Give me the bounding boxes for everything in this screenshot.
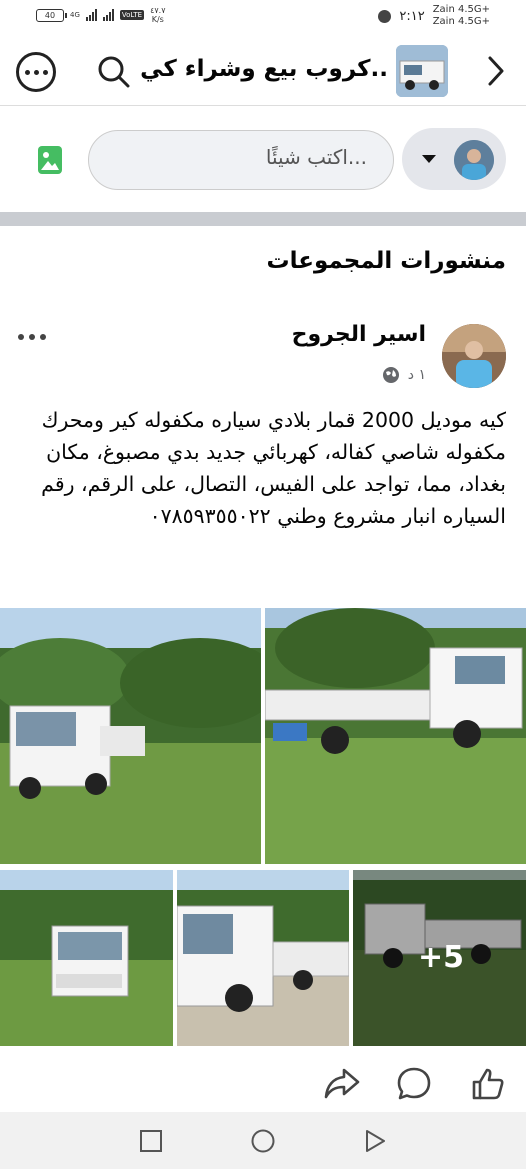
status-bar: 40 4G VoLTE ٤٧.٧ K/s ٢:١٢ Zain 4.5G+ Zai…: [0, 0, 526, 36]
speed-unit: K/s: [151, 15, 164, 24]
post-photo-2[interactable]: [265, 608, 526, 864]
chevron-down-icon: [422, 155, 436, 163]
post-author[interactable]: اسير الجروح: [292, 322, 426, 347]
system-nav-bar: [0, 1112, 526, 1169]
status-indicators: 40 4G VoLTE ٤٧.٧ K/s: [36, 6, 166, 24]
clock: ٢:١٢: [399, 8, 425, 24]
more-circle-icon[interactable]: [16, 52, 56, 92]
comment-icon[interactable]: [394, 1064, 434, 1104]
status-time-carrier: ٢:١٢ Zain 4.5G+ Zain 4.5G+: [378, 4, 490, 28]
battery-icon: 40: [36, 8, 67, 22]
carrier-1: Zain 4.5G+: [432, 4, 490, 15]
post-actions: [0, 1060, 526, 1110]
section-divider: [0, 212, 526, 226]
messenger-icon: [378, 9, 392, 23]
post-photo-4[interactable]: [177, 870, 349, 1046]
carrier-2: Zain 4.5G+: [432, 16, 490, 27]
carrier-info: Zain 4.5G+ Zain 4.5G+: [433, 4, 490, 28]
section-title: منشورات المجموعات: [266, 248, 506, 274]
triangle-back-icon[interactable]: [362, 1128, 388, 1154]
thumbs-up-icon[interactable]: [468, 1064, 508, 1104]
group-title[interactable]: كروب بيع وشراء كي..: [140, 56, 388, 82]
speed-value: ٤٧.٧: [150, 6, 166, 15]
post-options-icon[interactable]: [18, 334, 46, 340]
signal-icon: [85, 9, 97, 21]
post-time: ١ د: [407, 367, 426, 383]
more-photos-count[interactable]: +5: [418, 940, 464, 975]
photo-icon[interactable]: [38, 144, 62, 176]
post-input[interactable]: اكتب شيئًا...: [88, 130, 394, 190]
post-composer: اكتب شيئًا...: [0, 106, 526, 210]
circle-icon[interactable]: [250, 1128, 276, 1154]
chevron-right-icon[interactable]: [484, 54, 508, 88]
avatar: [454, 140, 494, 180]
search-icon[interactable]: [96, 54, 132, 90]
post-meta: ١ د: [382, 366, 426, 384]
network-speed: ٤٧.٧ K/s: [150, 6, 165, 24]
share-icon[interactable]: [322, 1064, 362, 1104]
post-photo-1[interactable]: [0, 608, 261, 864]
group-cover-thumbnail[interactable]: [396, 45, 448, 97]
post-photo-3[interactable]: [0, 870, 173, 1046]
signal-icon-2: [102, 9, 114, 21]
composer-profile-switcher[interactable]: [402, 128, 506, 190]
globe-icon: [382, 367, 399, 383]
battery-level: 40: [44, 10, 56, 20]
square-icon[interactable]: [138, 1128, 164, 1154]
group-header: كروب بيع وشراء كي..: [0, 36, 526, 106]
author-avatar[interactable]: [442, 324, 506, 388]
volte-badge: VoLTE: [119, 10, 145, 20]
post-text: كيه موديل 2000 قمار بلادي سياره مكفوله ك…: [41, 408, 506, 528]
network-type: 4G: [70, 10, 80, 19]
